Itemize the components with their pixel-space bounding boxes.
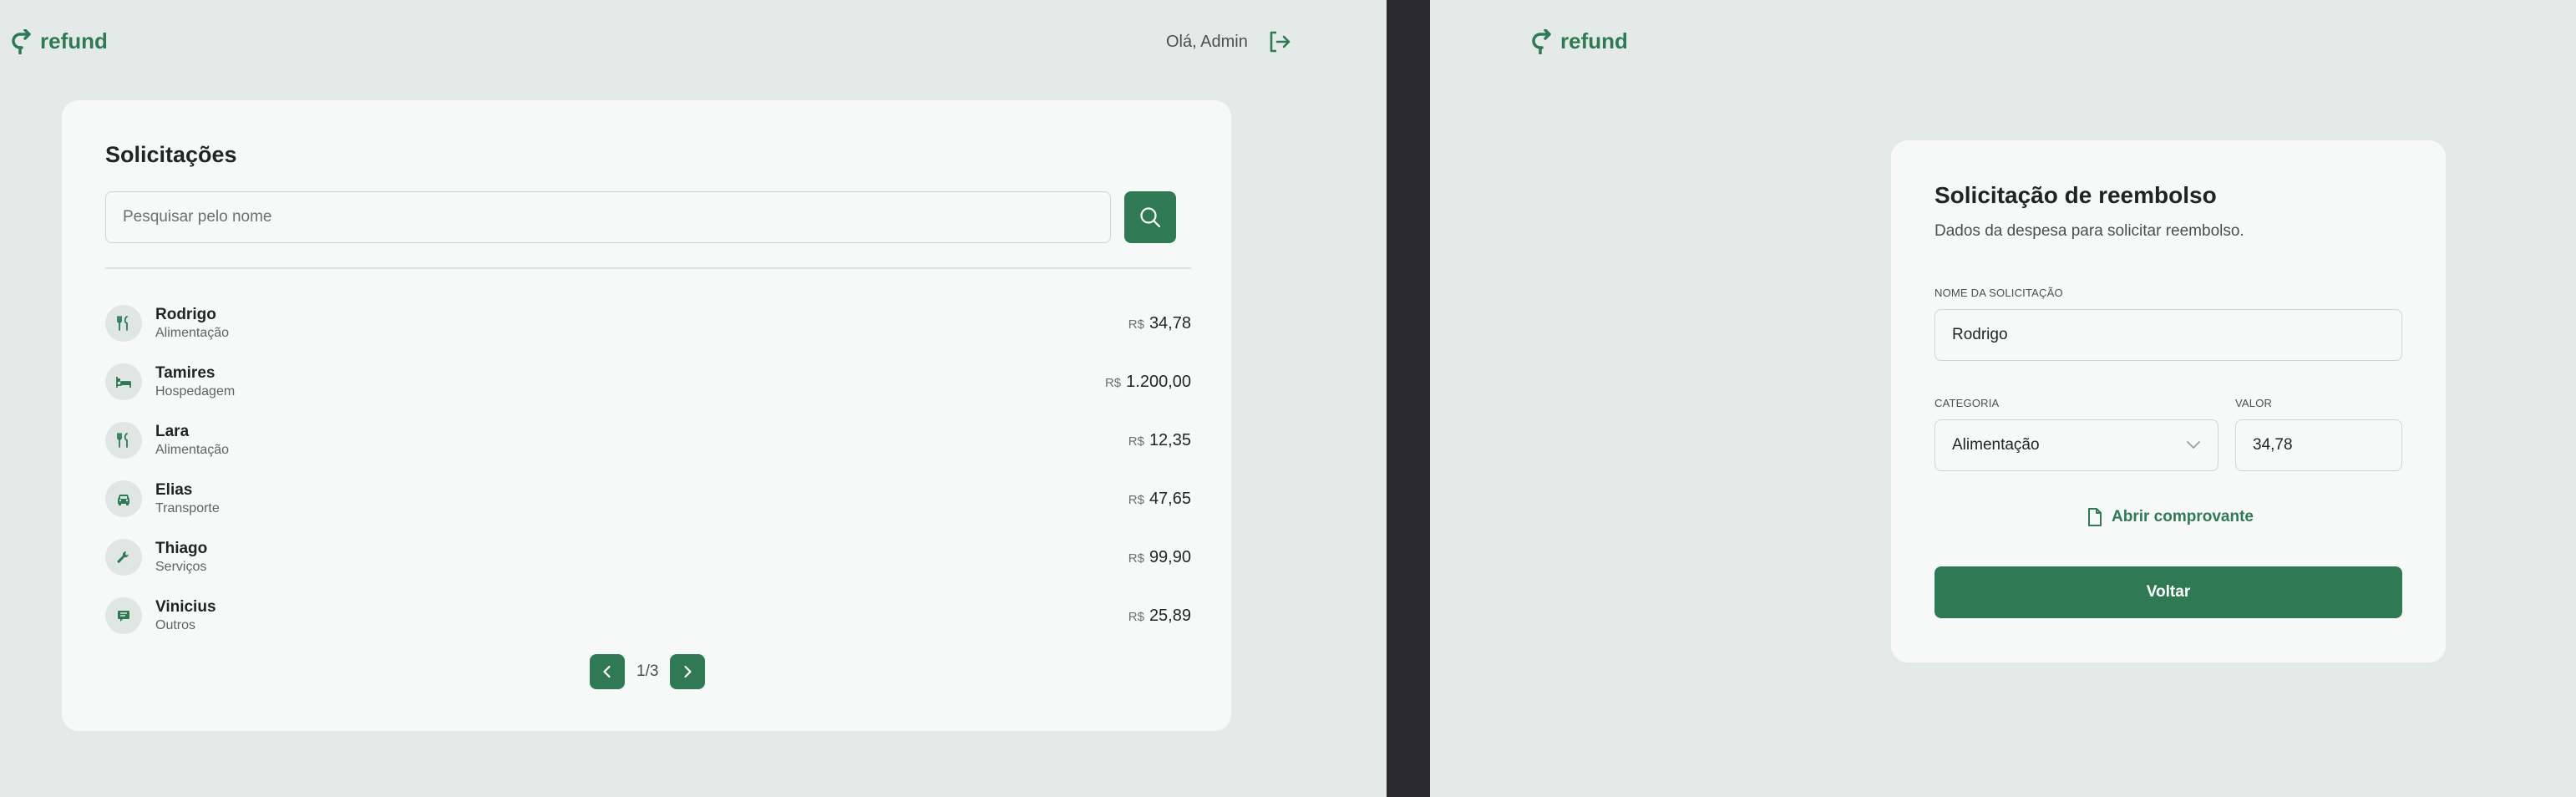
request-amount: R$ 99,90	[1128, 548, 1191, 567]
receipt-icon	[118, 611, 129, 622]
previous-page-button[interactable]	[590, 654, 625, 689]
request-name: Thiago	[155, 540, 208, 557]
request-category: Hospedagem	[155, 383, 236, 398]
file-icon	[2088, 508, 2102, 526]
category-icon-badge	[105, 305, 142, 342]
chevron-down-icon	[2187, 441, 2200, 449]
fork-knife-icon	[117, 433, 128, 448]
request-name: Lara	[155, 423, 190, 440]
divider	[105, 267, 1191, 269]
search-input[interactable]	[105, 191, 1111, 243]
request-amount: R$ 47,65	[1128, 490, 1191, 509]
amount-value: 1.200,00	[1126, 373, 1191, 391]
refund-logo[interactable]: refund	[1532, 28, 1628, 54]
request-name: Elias	[155, 481, 193, 499]
fork-knife-icon	[117, 316, 128, 331]
request-name: Tamires	[155, 364, 216, 382]
request-text: Lara Alimentação	[155, 423, 229, 458]
request-amount: R$ 1.200,00	[1105, 373, 1191, 392]
open-receipt-label: Abrir comprovante	[2112, 508, 2254, 525]
logo-text: refund	[1560, 28, 1628, 53]
request-category: Alimentação	[155, 442, 230, 457]
search-bar	[105, 191, 1176, 243]
pagination: 1/3	[590, 654, 706, 689]
request-name: Rodrigo	[155, 306, 216, 323]
request-text: Elias Transporte	[155, 481, 220, 516]
refund-logo-icon	[12, 28, 31, 54]
request-detail-screen: refund	[1430, 0, 2576, 797]
amount-value: 47,65	[1149, 490, 1191, 508]
logout-icon[interactable]	[1266, 28, 1293, 55]
logo-text: refund	[40, 28, 108, 53]
request-amount: R$ 34,78	[1128, 314, 1191, 333]
search-icon	[1140, 207, 1161, 228]
request-category: Serviços	[155, 559, 207, 574]
request-text: Tamires Hospedagem	[155, 364, 235, 399]
request-name-label: NOME DA SOLICITAÇÃO	[1935, 287, 2063, 299]
category-icon-badge	[105, 597, 142, 634]
refund-logo[interactable]: refund	[12, 28, 108, 54]
next-page-button[interactable]	[670, 654, 706, 689]
amount-value: 34,78	[2253, 436, 2293, 454]
request-name-value: Rodrigo	[1952, 326, 2008, 343]
category-select[interactable]: Alimentação	[1935, 419, 2219, 471]
request-name-field[interactable]: Rodrigo	[1935, 309, 2402, 361]
back-button[interactable]: Voltar	[1935, 566, 2402, 618]
amount-value: 12,35	[1149, 431, 1191, 449]
request-text: Thiago Serviços	[155, 540, 207, 575]
bed-icon	[116, 377, 131, 388]
request-row[interactable]: Thiago Serviços R$ 99,90	[105, 528, 1191, 586]
chevron-right-icon	[684, 665, 692, 678]
open-receipt-link[interactable]: Abrir comprovante	[2087, 507, 2254, 527]
detail-title: Solicitação de reembolso	[1935, 182, 2217, 208]
wrench-icon	[117, 551, 129, 563]
request-row[interactable]: Vinicius Outros R$ 25,89	[105, 586, 1191, 645]
request-name: Vinicius	[155, 598, 216, 616]
amount-field[interactable]: 34,78	[2235, 419, 2402, 471]
amount-label: VALOR	[2235, 397, 2273, 409]
detail-subtitle: Dados da despesa para solicitar reembols…	[1935, 222, 2244, 240]
currency-symbol: R$	[1128, 493, 1144, 507]
request-category: Outros	[155, 617, 196, 632]
refund-logo-icon	[1532, 28, 1551, 54]
request-text: Vinicius Outros	[155, 598, 216, 633]
currency-symbol: R$	[1128, 434, 1144, 449]
request-row[interactable]: Lara Alimentação R$ 12,35	[105, 411, 1191, 470]
car-icon	[118, 495, 129, 505]
request-row[interactable]: Rodrigo Alimentação R$ 34,78	[105, 294, 1191, 353]
category-label: CATEGORIA	[1935, 397, 2000, 409]
amount-value: 25,89	[1149, 607, 1191, 625]
currency-symbol: R$	[1128, 610, 1144, 624]
request-category: Transporte	[155, 500, 220, 515]
amount-value: 34,78	[1149, 314, 1191, 333]
currency-symbol: R$	[1128, 317, 1144, 332]
category-value: Alimentação	[1952, 436, 2040, 454]
category-icon-badge	[105, 539, 142, 576]
search-button[interactable]	[1124, 191, 1176, 243]
request-amount: R$ 12,35	[1128, 431, 1191, 450]
category-icon-badge	[105, 363, 142, 400]
requests-screen: refund Olá, Admin Solicitações Rodrigo Al…	[0, 0, 1387, 797]
amount-value: 99,90	[1149, 548, 1191, 566]
request-row[interactable]: Elias Transporte R$ 47,65	[105, 470, 1191, 528]
page-title: Solicitações	[105, 142, 237, 167]
request-text: Rodrigo Alimentação	[155, 306, 229, 341]
request-category: Alimentação	[155, 325, 230, 340]
currency-symbol: R$	[1104, 376, 1122, 390]
greeting-text: Olá, Admin	[1166, 32, 1248, 51]
request-amount: R$ 25,89	[1128, 607, 1191, 626]
page-indicator: 1/3	[636, 662, 659, 680]
category-icon-badge	[105, 422, 142, 459]
request-row[interactable]: Tamires Hospedagem R$ 1.200,00	[105, 353, 1191, 411]
user-menu: Olá, Admin	[1166, 28, 1293, 55]
currency-symbol: R$	[1128, 551, 1144, 566]
category-icon-badge	[105, 480, 142, 517]
chevron-left-icon	[603, 665, 611, 678]
requests-list: Rodrigo Alimentação R$ 34,78 Tamires Hospedag…	[105, 294, 1191, 645]
